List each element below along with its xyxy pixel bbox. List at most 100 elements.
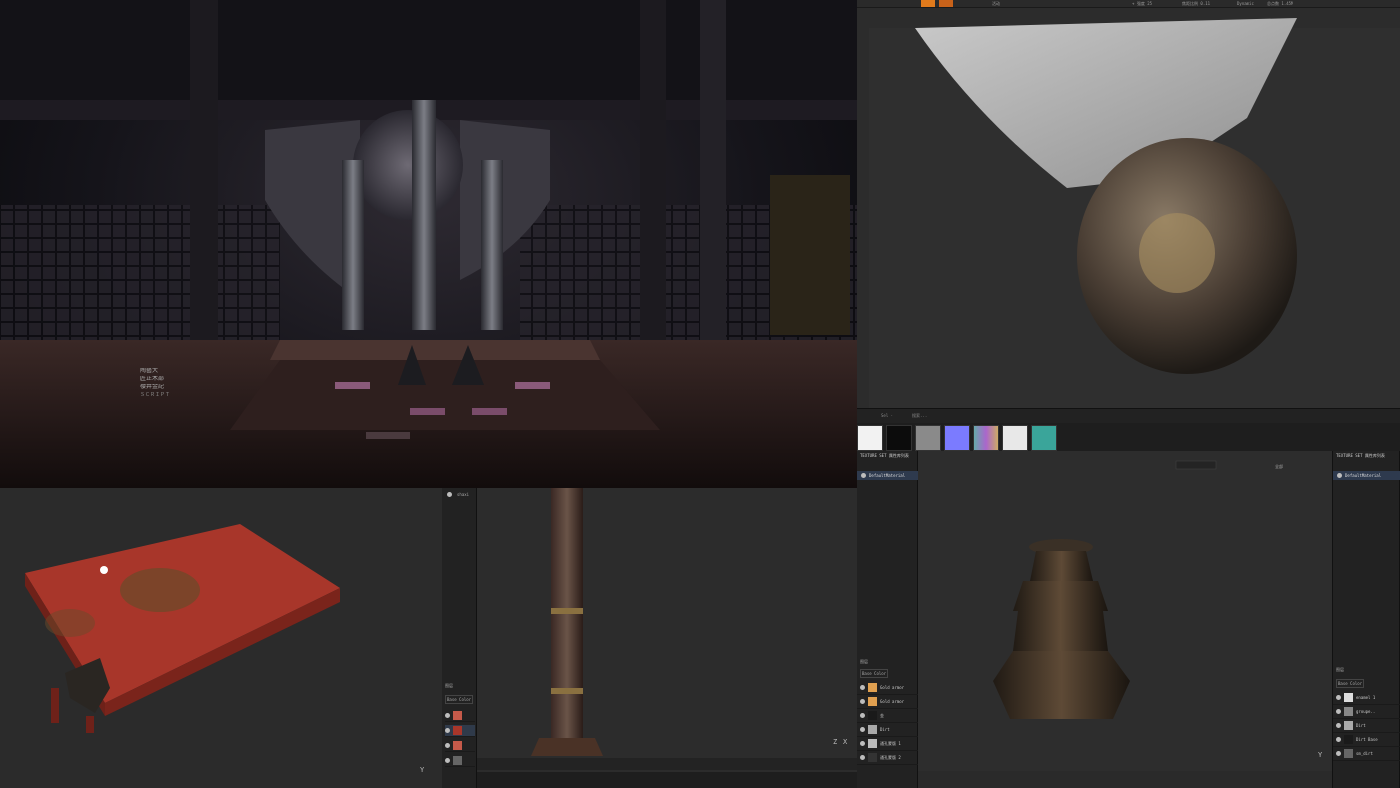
layer-thumb [868, 697, 877, 706]
layers-title: 图层 [445, 683, 453, 688]
layer-thumb [1344, 693, 1353, 702]
material-row[interactable]: DefaultMaterial [857, 471, 918, 480]
layer-row[interactable] [445, 740, 475, 752]
material-swatch-white[interactable] [857, 425, 883, 451]
eye-icon[interactable] [1336, 751, 1341, 756]
eye-icon[interactable] [860, 713, 865, 718]
layer-row[interactable]: Gold armor [857, 681, 918, 695]
eye-icon[interactable] [445, 758, 450, 763]
material-name: DefaultMaterial [1345, 473, 1382, 478]
layer-thumb [868, 739, 877, 748]
material-search[interactable]: 搜索... [912, 413, 927, 418]
layer-thumb [1344, 749, 1353, 758]
texture-set-panel-left: TEXTURE SET 属性库列表 DefaultMaterial 图层 Bas… [857, 451, 918, 788]
layer-row[interactable] [445, 755, 475, 767]
layers-title: 图层 [1336, 667, 1344, 672]
layer-list: Gold armor Gold armor 金 Dirt 通孔蒙版 1 通孔蒙版… [857, 681, 918, 765]
layer-thumb [1344, 707, 1353, 716]
layer-row[interactable]: Dirt [857, 723, 918, 737]
layer-row[interactable] [445, 725, 475, 737]
layer-row[interactable]: Gold armor [857, 695, 918, 709]
layer-name: 通孔蒙版 2 [880, 755, 901, 760]
table-viewport: Y [0, 488, 442, 788]
layer-thumb [1344, 721, 1353, 730]
eye-icon[interactable] [445, 728, 450, 733]
layer-row[interactable]: Dirt Base [1333, 733, 1400, 747]
layer-row[interactable]: 金 [857, 709, 918, 723]
channel-select[interactable]: Base Color [445, 695, 474, 704]
radio-icon[interactable] [861, 473, 866, 478]
eye-icon[interactable] [1336, 695, 1341, 700]
view-dropdown-label[interactable]: 全部 [1275, 464, 1283, 469]
material-swatch-color[interactable] [973, 425, 999, 451]
material-swatch-paper[interactable] [1002, 425, 1028, 451]
layer-row[interactable]: sm_dirt [1333, 747, 1400, 761]
view-dropdown[interactable] [1175, 460, 1217, 470]
render-scene: 陶藝大 匠正木部 櫻井金記 ＳＣＲＩＰＴ [0, 0, 857, 488]
layer-thumb [453, 711, 462, 720]
activate-button[interactable] [921, 0, 935, 7]
pillar-viewport: Z X [477, 488, 857, 788]
layer-panel: shaxi 图层 Base Color [442, 488, 477, 788]
layer-thumb [453, 726, 462, 735]
material-swatch-gray[interactable] [915, 425, 941, 451]
layer-name: 通孔蒙版 1 [880, 741, 901, 746]
zbrush-viewport [869, 18, 1400, 408]
material-swatch-teal[interactable] [1031, 425, 1057, 451]
label-active: 活动 [992, 1, 1000, 6]
layer-name: groupe.. [1356, 709, 1376, 714]
calligraphy-line: 櫻井金記 [140, 384, 165, 390]
painter-left-window: Y shaxi 图层 Base Color Z X [0, 488, 857, 788]
eye-icon[interactable] [860, 741, 865, 746]
object-eye-icon[interactable] [447, 492, 452, 497]
material-swatch-black[interactable] [886, 425, 912, 451]
calligraphy-line: 陶藝大 [140, 368, 159, 374]
eye-icon[interactable] [1336, 723, 1341, 728]
layer-thumb [868, 683, 877, 692]
layer-thumb [868, 725, 877, 734]
layer-name: sm_dirt [1356, 751, 1373, 756]
layer-name: 金 [880, 713, 884, 718]
shrine-render [0, 0, 857, 488]
axis-label-z: Z [833, 738, 837, 746]
eye-icon[interactable] [1336, 709, 1341, 714]
calligraphy-line: ＳＣＲＩＰＴ [140, 392, 171, 398]
layer-thumb [453, 756, 462, 765]
eye-icon[interactable] [860, 755, 865, 760]
eye-icon[interactable] [1336, 737, 1341, 742]
texture-set-panel-right: TEXTURE SET 属性库列表 DefaultMaterial 图层 Bas… [1332, 451, 1400, 788]
material-strip [857, 423, 1400, 451]
eye-icon[interactable] [445, 743, 450, 748]
pagoda-viewport: Y [918, 451, 1332, 771]
eye-icon[interactable] [860, 727, 865, 732]
material-name: DefaultMaterial [869, 473, 906, 478]
layer-row[interactable]: enamel 1 [1333, 691, 1400, 705]
eye-icon[interactable] [860, 685, 865, 690]
material-swatch-normal[interactable] [944, 425, 970, 451]
calligraphy-block: 陶藝大 匠正木部 櫻井金記 ＳＣＲＩＰＴ [140, 368, 170, 398]
layer-name: enamel 1 [1356, 695, 1376, 700]
layer-row[interactable] [445, 710, 475, 722]
layer-name: Dirt [1356, 723, 1366, 728]
calligraphy-line: 匠正木部 [140, 376, 165, 382]
zbrush-window: 活动 + 强度 25 焦距比例 0.11 Dynamic 总点数 1.45M S… [857, 0, 1400, 423]
layer-row[interactable]: 通孔蒙版 2 [857, 751, 918, 765]
layer-thumb [868, 753, 877, 762]
zbrush-topbar: 活动 + 强度 25 焦距比例 0.11 Dynamic 总点数 1.45M [857, 0, 1400, 8]
layer-row[interactable]: 通孔蒙版 1 [857, 737, 918, 751]
eye-icon[interactable] [860, 699, 865, 704]
layer-row[interactable]: Dirt [1333, 719, 1400, 733]
object-label: shaxi [457, 492, 470, 497]
label-intensity: + 强度 25 [1132, 1, 1153, 6]
layer-thumb [868, 711, 877, 720]
eye-icon[interactable] [445, 713, 450, 718]
channel-select[interactable]: Base Color [860, 669, 889, 678]
layers-title: 图层 [860, 659, 868, 664]
channel-select[interactable]: Base Color [1336, 679, 1365, 688]
material-tabbar: Sel · 搜索... [857, 408, 1400, 423]
radio-icon[interactable] [1337, 473, 1342, 478]
material-tab[interactable]: Sel · [881, 413, 893, 418]
target-button[interactable] [939, 0, 953, 7]
material-row[interactable]: DefaultMaterial [1333, 471, 1400, 480]
layer-row[interactable]: groupe.. [1333, 705, 1400, 719]
